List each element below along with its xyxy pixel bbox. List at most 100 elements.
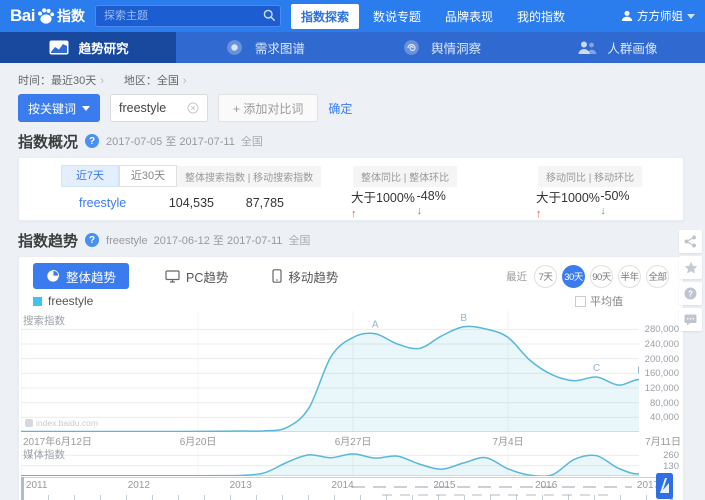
row-keyword-link[interactable]: freestyle <box>79 196 159 210</box>
overall-mom: -48% ↓ <box>417 189 451 217</box>
overview-header: 指数概况 ? 2017-07-05 至 2017-07-11全国 <box>18 132 687 150</box>
up-arrow-icon: ↑ <box>351 208 357 220</box>
legend-row: freestyle 平均值 <box>19 291 683 311</box>
subnav-demand-graph[interactable]: 需求图谱 <box>176 32 352 63</box>
watermark-logo-icon <box>656 473 673 499</box>
average-toggle[interactable]: 平均值 <box>575 293 623 309</box>
keyword-mode-button[interactable]: 按关键词 <box>18 94 100 122</box>
range-全部[interactable]: 全部 <box>646 265 669 288</box>
time-filter[interactable]: 时间：最近30天› <box>18 72 104 88</box>
y-tick-label: 160,000 <box>645 368 679 379</box>
down-arrow-icon: ↓ <box>417 205 423 217</box>
feedback-icon <box>684 314 697 326</box>
range-90天[interactable]: 90天 <box>590 265 613 288</box>
star-icon <box>684 261 698 275</box>
y-tick-label: 130 <box>663 461 679 472</box>
overall-yoy: 大于1000% ↑ <box>351 187 417 220</box>
trend-tabs: 整体趋势 PC趋势 移动趋势 最近 7天30天90天半年全部 <box>19 261 683 291</box>
legend-keyword[interactable]: freestyle <box>48 294 93 308</box>
search-index-chart[interactable]: ABCD <box>21 311 639 432</box>
feedback-button[interactable] <box>679 308 702 331</box>
user-menu[interactable]: 方方师姐 <box>621 8 695 24</box>
tab-last-7-days[interactable]: 近7天 <box>61 165 119 187</box>
media-index-chart-zone: 媒体指数 260130 <box>21 445 683 476</box>
top-nav-item-2[interactable]: 数说专题 <box>363 4 431 29</box>
timeline-year-2016: 2016 <box>535 480 557 491</box>
y-tick-label: 200,000 <box>645 354 679 365</box>
top-nav-item-1[interactable]: 指数探索 <box>291 4 359 29</box>
user-name: 方方师姐 <box>637 8 683 24</box>
range-半年[interactable]: 半年 <box>618 265 641 288</box>
search-icon[interactable] <box>263 9 276 22</box>
help-button[interactable]: ? <box>679 282 702 305</box>
favorite-button[interactable] <box>679 256 702 279</box>
caret-down-icon <box>687 14 695 19</box>
monitor-icon <box>165 270 180 283</box>
mobile-search-index: 87,785 <box>214 196 286 210</box>
search-axis-label: 搜索指数 <box>23 313 65 328</box>
subnav-label: 舆情洞察 <box>431 38 481 57</box>
y-tick-label: 120,000 <box>645 383 679 394</box>
timeline-slider[interactable]: 2011201220132014201520162017 <box>21 477 673 500</box>
floating-toolbar: ? <box>679 230 702 331</box>
tab-pc-trend[interactable]: PC趋势 <box>165 267 228 286</box>
overview-date-range: 2017-07-05 至 2017-07-11全国 <box>106 133 263 149</box>
confirm-button[interactable]: 确定 <box>328 100 352 117</box>
subnav-label: 趋势研究 <box>79 38 129 57</box>
marker-B: B <box>460 313 467 324</box>
trend-header: 指数趋势 ? freestyle2017-06-12 至 2017-07-11全… <box>18 231 687 249</box>
marker-A: A <box>372 320 379 331</box>
media-axis-label: 媒体指数 <box>23 447 65 462</box>
chart-watermark: index.baidu.com <box>25 418 98 428</box>
media-index-chart[interactable] <box>21 445 639 476</box>
keyword-chip[interactable]: freestyle <box>110 94 208 122</box>
phone-icon <box>272 269 282 283</box>
up-arrow-icon: ↑ <box>536 208 542 220</box>
trend-card: 整体趋势 PC趋势 移动趋势 最近 7天30天90天半年全部 freestyle… <box>18 256 684 500</box>
help-icon[interactable]: ? <box>85 134 99 148</box>
svg-text:?: ? <box>688 289 693 298</box>
remove-keyword-icon[interactable] <box>187 102 199 114</box>
keyword-chip-label: freestyle <box>119 101 166 115</box>
timeline-year-2011: 2011 <box>26 480 48 491</box>
top-nav-item-3[interactable]: 品牌表现 <box>435 4 503 29</box>
subnav-label: 人群画像 <box>607 38 657 57</box>
region-filter[interactable]: 地区：全国› <box>124 72 187 88</box>
trend-meta: freestyle2017-06-12 至 2017-07-11全国 <box>106 232 310 248</box>
subnav-trend-research[interactable]: 趋势研究 <box>0 32 176 63</box>
mobile-yoy: 大于1000% ↑ <box>536 187 600 220</box>
search-index-chart-zone: 搜索指数 index.baidu.com ABCD 280,000240,000… <box>21 311 683 432</box>
range-7天[interactable]: 7天 <box>534 265 557 288</box>
top-nav: 指数探索数说专题品牌表现我的指数 <box>291 4 575 29</box>
top-nav-item-4[interactable]: 我的指数 <box>507 4 575 29</box>
filter-bar: 时间：最近30天› 地区：全国› <box>18 72 687 88</box>
slider-handle-left[interactable] <box>21 477 24 500</box>
tab-mobile-trend[interactable]: 移动趋势 <box>272 267 338 286</box>
col-overall-ratio: 整体同比 | 整体环比 <box>353 166 457 187</box>
overview-table-header: 近7天 近30天 整体搜索指数 | 移动搜索指数 整体同比 | 整体环比 移动同… <box>19 164 683 188</box>
trend-title: 指数趋势 <box>18 230 78 251</box>
add-compare-button[interactable]: + 添加对比词 <box>218 94 318 122</box>
media-y-axis: 260130 <box>639 445 683 476</box>
share-button[interactable] <box>679 230 702 253</box>
subnav-audience-profile[interactable]: 人群画像 <box>529 32 705 63</box>
subnav-sentiment-insight[interactable]: 舆情洞察 <box>353 32 529 63</box>
search-input[interactable] <box>95 5 281 27</box>
y-tick-label: 80,000 <box>650 398 679 409</box>
chevron-icon: › <box>100 75 104 87</box>
help-icon[interactable]: ? <box>85 233 99 247</box>
user-icon <box>621 10 633 22</box>
range-pills: 7天30天90天半年全部 <box>534 265 669 288</box>
range-30天[interactable]: 30天 <box>562 265 585 288</box>
tab-overall-trend[interactable]: 整体趋势 <box>33 263 129 289</box>
y-tick-label: 40,000 <box>650 412 679 423</box>
checkbox-icon[interactable] <box>575 296 586 307</box>
sub-nav: 趋势研究 需求图谱 舆情洞察 人群画像 <box>0 32 705 63</box>
tab-last-30-days[interactable]: 近30天 <box>119 165 177 187</box>
logo-suffix: 指数 <box>57 6 85 26</box>
top-bar: Bai 指数 指数探索数说专题品牌表现我的指数 方方师姐 <box>0 0 705 32</box>
baidu-index-logo[interactable]: Bai 指数 <box>10 6 85 26</box>
timeline-year-2014: 2014 <box>331 480 353 491</box>
pie-chart-icon <box>46 269 60 283</box>
timeline-year-2013: 2013 <box>230 480 252 491</box>
